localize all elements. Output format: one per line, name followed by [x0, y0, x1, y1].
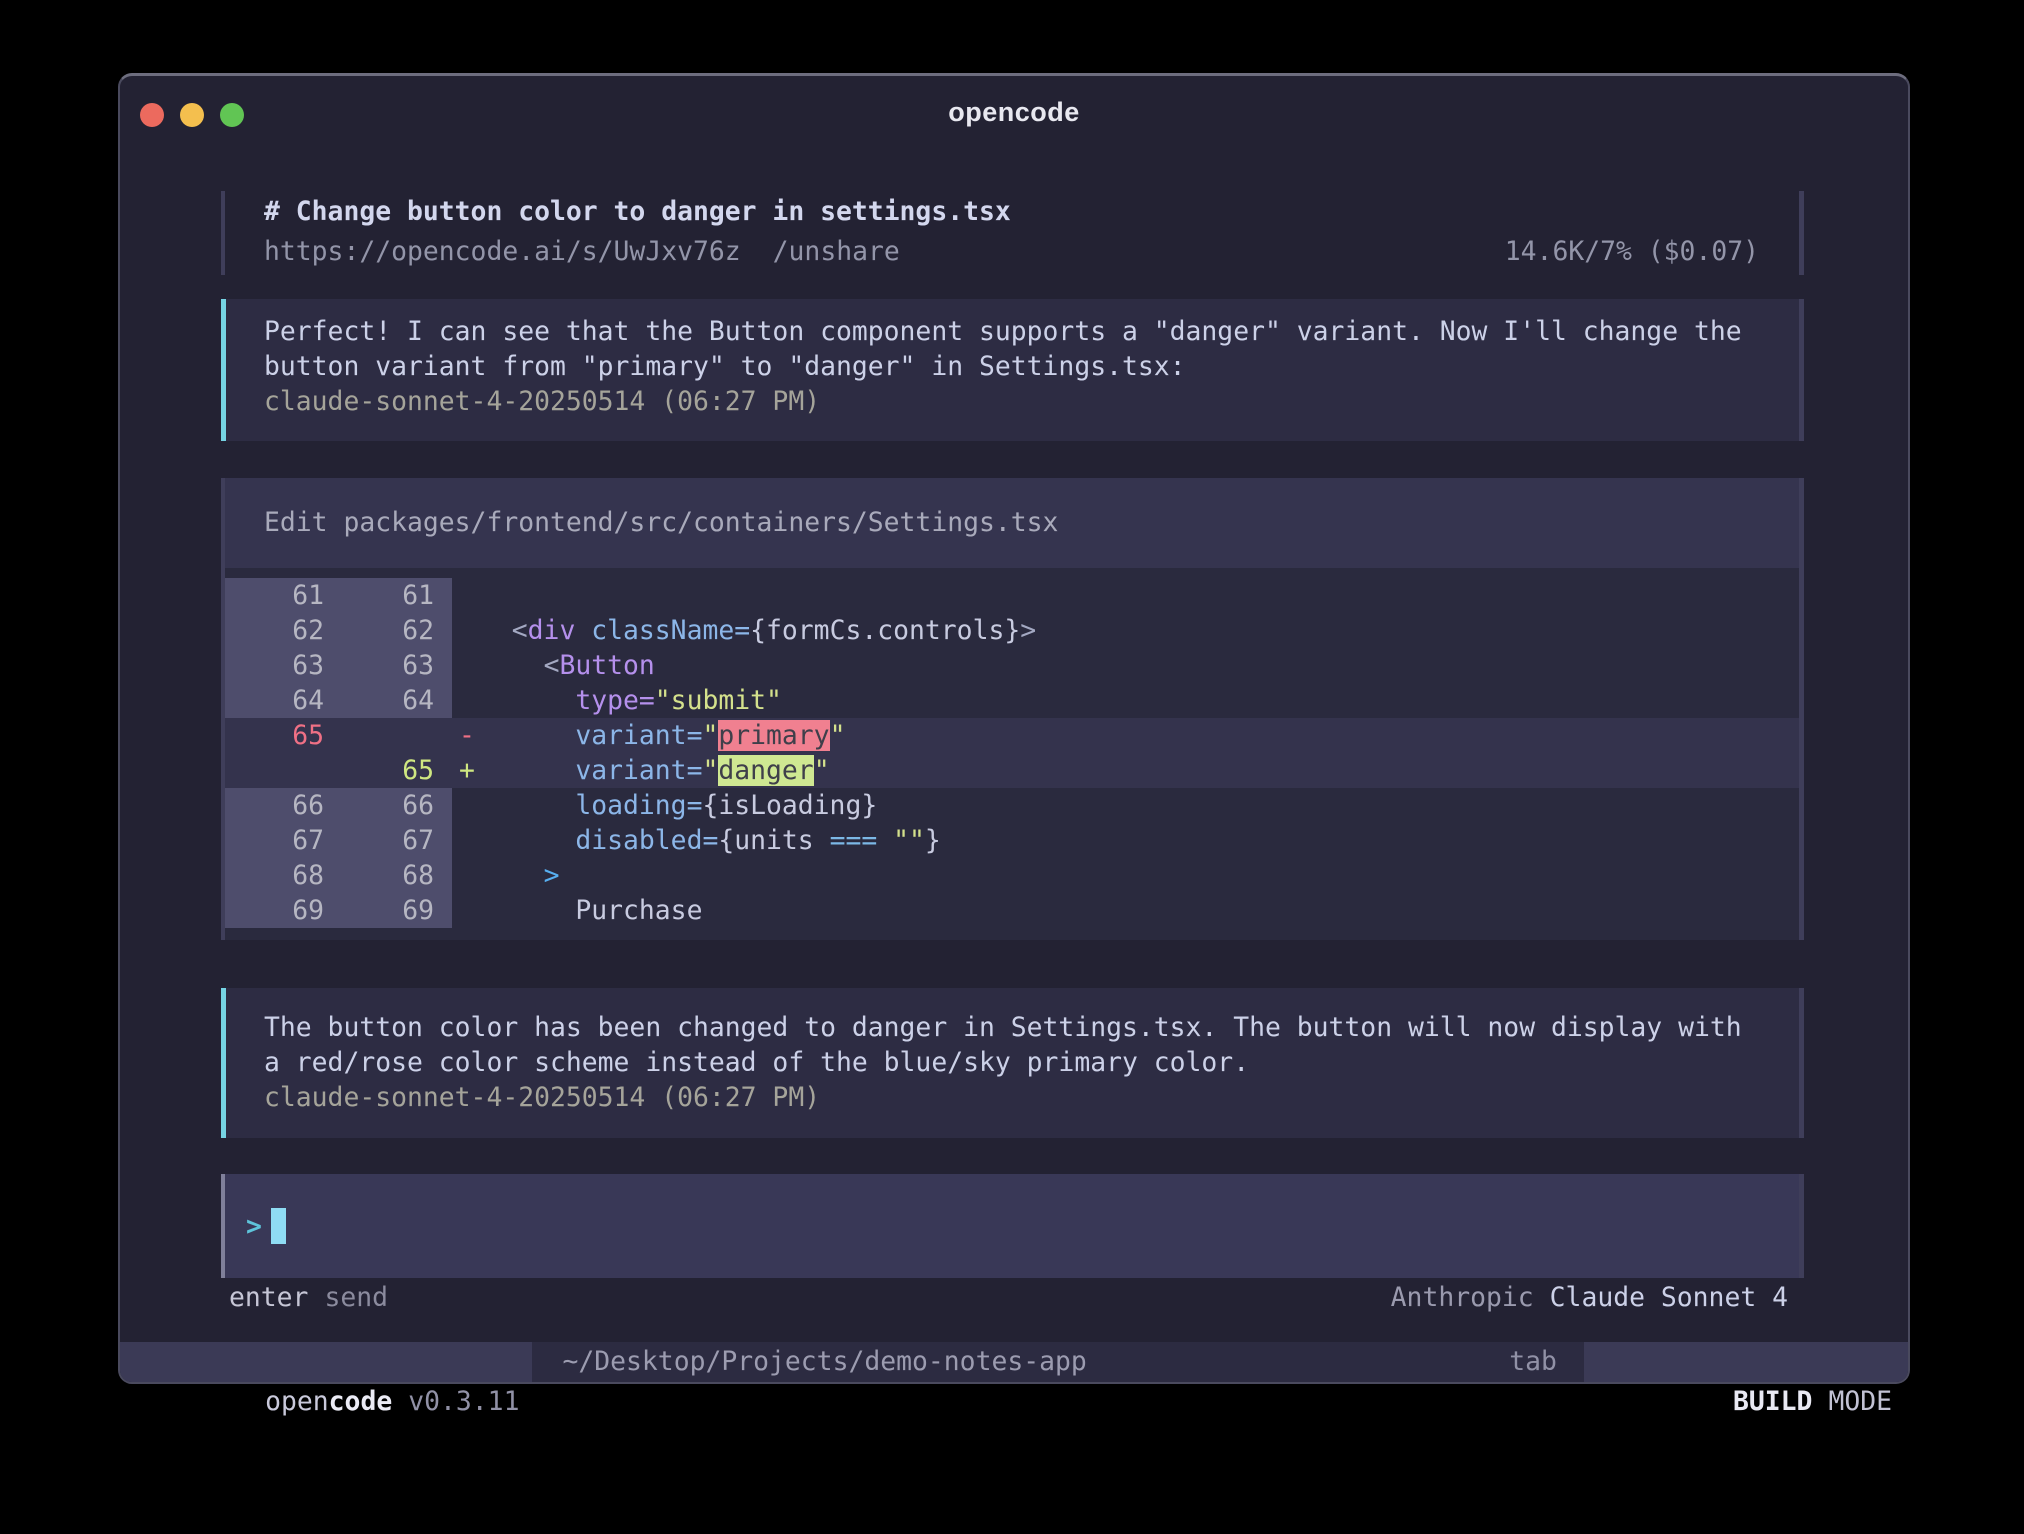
tab-key-hint: tab — [1509, 1342, 1557, 1382]
diff-gutter: 6363 — [225, 648, 452, 683]
assistant-message: The button color has been changed to dan… — [221, 988, 1804, 1138]
diff-gutter: 6969 — [225, 893, 452, 928]
diff-marker — [452, 578, 480, 613]
old-line-number: 61 — [225, 578, 324, 613]
session-subheader: https://opencode.ai/s/UwJxv76z /unshare … — [264, 232, 1759, 272]
diff-marker: + — [452, 753, 480, 788]
new-line-number: 69 — [324, 893, 434, 928]
diff-row: 65 - variant="primary" — [225, 718, 1799, 753]
diff-gutter: 6666 — [225, 788, 452, 823]
diff-marker: - — [452, 718, 480, 753]
diff-row: 6969 Purchase — [225, 893, 1799, 928]
share-url-link[interactable]: https://opencode.ai/s/UwJxv76z — [264, 232, 741, 272]
assistant-message-text: The button color has been changed to dan… — [264, 1010, 1759, 1080]
diff-code-line: loading={isLoading} — [480, 788, 1799, 823]
new-line-number: 67 — [324, 823, 434, 858]
status-bar: opencodev0.3.11 ~/Desktop/Projects/demo-… — [120, 1342, 1908, 1382]
hint-row: enter send Anthropic Claude Sonnet 4 — [221, 1280, 1804, 1316]
diff-gutter: 65 — [225, 718, 452, 753]
new-line-number: 61 — [324, 578, 434, 613]
diff-marker — [452, 648, 480, 683]
diff-code-line: Purchase — [480, 893, 1799, 928]
new-line-number — [324, 718, 434, 753]
app-name-regular: open — [265, 1386, 329, 1417]
diff-marker — [452, 613, 480, 648]
old-line-number: 68 — [225, 858, 324, 893]
diff-marker — [452, 823, 480, 858]
diff-marker — [452, 683, 480, 718]
new-line-number: 65 — [324, 753, 434, 788]
text-cursor — [271, 1208, 286, 1244]
new-line-number: 66 — [324, 788, 434, 823]
diff-code-line: variant="primary" — [480, 718, 1799, 753]
diff-code-line: > — [480, 858, 1799, 893]
diff-gutter: 6161 — [225, 578, 452, 613]
app-name-bold: code — [329, 1386, 393, 1417]
diff-row: 6868 > — [225, 858, 1799, 893]
diff-code-line: <Button — [480, 648, 1799, 683]
app-version: v0.3.11 — [408, 1386, 519, 1417]
old-line-number: 62 — [225, 613, 324, 648]
new-line-number: 62 — [324, 613, 434, 648]
diff-gutter: 6464 — [225, 683, 452, 718]
prompt-input[interactable]: > — [221, 1174, 1804, 1278]
edit-tool-card: Edit packages/frontend/src/containers/Se… — [221, 478, 1804, 940]
session-header: # Change button color to danger in setti… — [221, 191, 1804, 275]
old-line-number: 64 — [225, 683, 324, 718]
app-version-chip: opencodev0.3.11 — [120, 1342, 532, 1382]
old-line-number — [225, 753, 324, 788]
diff-body: 61616262 <div className={formCs.controls… — [225, 568, 1799, 940]
statusbar-spacer — [1087, 1342, 1509, 1382]
new-line-number: 64 — [324, 683, 434, 718]
diff-row: 6666 loading={isLoading} — [225, 788, 1799, 823]
model-indicator: Anthropic Claude Sonnet 4 — [1391, 1280, 1788, 1316]
window-title: opencode — [120, 97, 1908, 128]
screen: opencode # Change button color to danger… — [0, 0, 2024, 1534]
diff-code-line: type="submit" — [480, 683, 1799, 718]
diff-code-line — [480, 578, 1799, 613]
diff-row: 6767 disabled={units === ""} — [225, 823, 1799, 858]
diff-marker — [452, 858, 480, 893]
opencode-window: opencode # Change button color to danger… — [118, 73, 1910, 1384]
diff-gutter: 6262 — [225, 613, 452, 648]
diff-code-line: <div className={formCs.controls}> — [480, 613, 1799, 648]
assistant-message: Perfect! I can see that the Button compo… — [221, 299, 1804, 441]
diff-row: 65 + variant="danger" — [225, 753, 1799, 788]
old-line-number: 66 — [225, 788, 324, 823]
diff-code-line: variant="danger" — [480, 753, 1799, 788]
assistant-message-meta: claude-sonnet-4-20250514 (06:27 PM) — [264, 1080, 1759, 1115]
edit-tool-title: Edit packages/frontend/src/containers/Se… — [225, 478, 1799, 568]
old-line-number: 67 — [225, 823, 324, 858]
diff-gutter: 65 — [225, 753, 452, 788]
diff-gutter: 6767 — [225, 823, 452, 858]
mode-chip: BUILDMODE — [1584, 1342, 1908, 1382]
enter-key-hint: enter — [229, 1280, 308, 1316]
diff-marker — [452, 788, 480, 823]
mode-suffix: MODE — [1828, 1386, 1892, 1417]
diff-row: 6363 <Button — [225, 648, 1799, 683]
assistant-message-text: Perfect! I can see that the Button compo… — [264, 314, 1759, 384]
old-line-number: 65 — [225, 718, 324, 753]
diff-row: 6262 <div className={formCs.controls}> — [225, 613, 1799, 648]
mode-name: BUILD — [1733, 1386, 1812, 1417]
session-title: # Change button color to danger in setti… — [264, 192, 1759, 232]
diff-marker — [452, 893, 480, 928]
old-line-number: 69 — [225, 893, 324, 928]
working-directory: ~/Desktop/Projects/demo-notes-app — [532, 1342, 1086, 1382]
assistant-message-meta: claude-sonnet-4-20250514 (06:27 PM) — [264, 384, 1759, 419]
new-line-number: 68 — [324, 858, 434, 893]
unshare-command[interactable]: /unshare — [773, 232, 900, 272]
model-name: Claude Sonnet 4 — [1550, 1282, 1788, 1313]
diff-gutter: 6868 — [225, 858, 452, 893]
diff-row: 6161 — [225, 578, 1799, 613]
old-line-number: 63 — [225, 648, 324, 683]
prompt-caret: > — [246, 1211, 262, 1242]
diff-row: 6464 type="submit" — [225, 683, 1799, 718]
model-provider: Anthropic — [1391, 1282, 1534, 1313]
send-action-hint: send — [324, 1280, 388, 1316]
context-usage-stats: 14.6K/7% ($0.07) — [1505, 232, 1759, 272]
diff-code-line: disabled={units === ""} — [480, 823, 1799, 858]
new-line-number: 63 — [324, 648, 434, 683]
